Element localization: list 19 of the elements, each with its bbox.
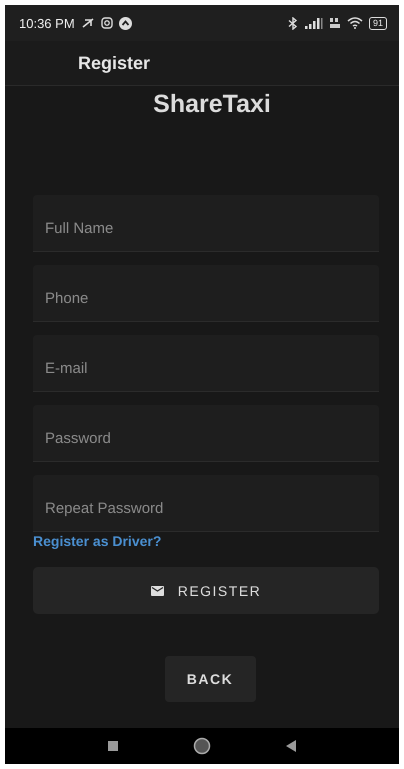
input-field[interactable]: Repeat Password — [33, 475, 379, 532]
input-field[interactable]: Password — [33, 405, 379, 462]
bluetooth-icon — [286, 16, 299, 30]
camera-icon — [100, 17, 113, 29]
input-field[interactable]: E-mail — [33, 335, 379, 392]
register-button[interactable]: REGISTER — [33, 567, 379, 614]
mail-icon — [150, 586, 164, 596]
app-name: ShareTaxi — [152, 90, 272, 119]
back-icon[interactable] — [286, 740, 296, 752]
back-button[interactable]: BACK — [164, 656, 256, 702]
status-time: 10:36 PM — [19, 16, 75, 30]
wifi-icon — [346, 17, 363, 29]
home-icon[interactable] — [193, 737, 211, 755]
app-icon — [118, 16, 132, 30]
input-field[interactable]: Phone — [33, 265, 379, 322]
battery-indicator: 91 — [368, 16, 387, 30]
signal-icon — [304, 18, 323, 28]
driver-link[interactable]: Register as Driver? — [33, 533, 162, 549]
input-field[interactable]: Full Name — [33, 195, 379, 252]
